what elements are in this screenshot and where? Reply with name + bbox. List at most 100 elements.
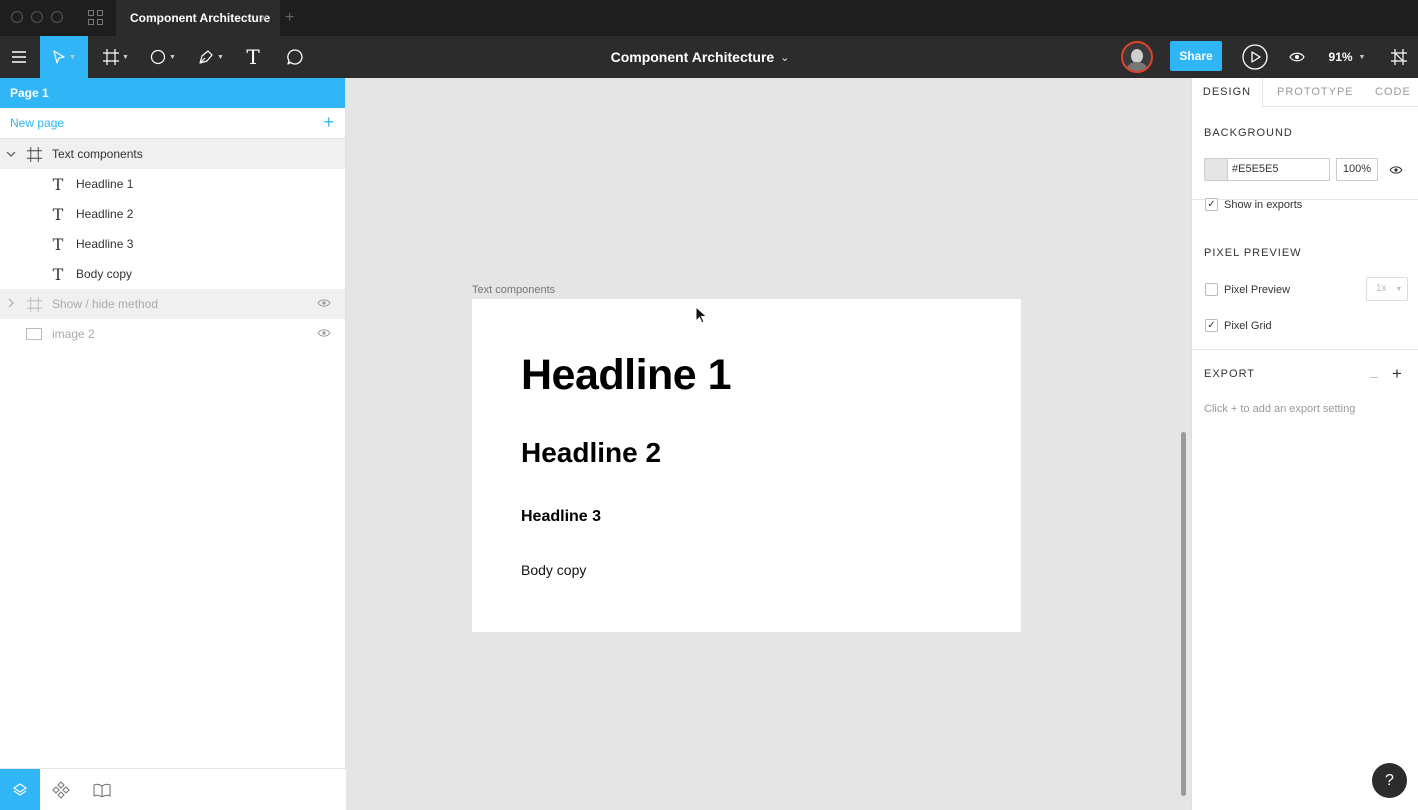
zoom-level: 91% (1328, 50, 1353, 64)
background-title: BACKGROUND (1204, 127, 1293, 139)
new-page-label: New page (10, 116, 65, 130)
layers-icon (13, 783, 27, 796)
pixel-preview-checkbox[interactable] (1205, 283, 1218, 296)
file-tab-close-icon[interactable]: × (260, 0, 268, 36)
layer-label: Headline 2 (76, 207, 134, 221)
show-in-exports-label: Show in exports (1224, 199, 1303, 211)
frame-name-label[interactable]: Text components (472, 284, 555, 296)
file-title-menu[interactable]: Component Architecture ⌄ (560, 36, 840, 78)
layer-row-text[interactable]: T Headline 3 (0, 229, 345, 259)
text-layer-icon: T (52, 234, 64, 254)
layer-label: Headline 1 (76, 177, 134, 191)
frame-icon (26, 146, 42, 162)
new-page-row[interactable]: New page + (0, 108, 345, 139)
layer-row-frame[interactable]: Text components (0, 139, 345, 169)
pixel-preview-title: PIXEL PREVIEW (1204, 247, 1302, 259)
toolbar: ▼ ▼ ▼ ▼ T Component Architecture ⌄ Share… (0, 36, 1418, 78)
add-page-plus-icon[interactable]: + (323, 108, 334, 136)
help-button[interactable]: ? (1372, 763, 1407, 798)
ellipse-tool-button[interactable]: ▼ (142, 36, 184, 78)
background-color-swatch[interactable] (1204, 158, 1228, 181)
headline-1-text[interactable]: Headline 1 (521, 351, 732, 400)
share-button[interactable]: Share (1170, 41, 1222, 71)
comment-bubble-icon (287, 49, 303, 65)
chevron-down-icon: ⌄ (780, 51, 790, 64)
remove-export-minus-icon[interactable]: – (1370, 368, 1378, 384)
export-section: EXPORT – + Click + to add an export sett… (1192, 350, 1418, 430)
pixel-grid-label: Pixel Grid (1224, 320, 1272, 332)
layer-row-text[interactable]: T Headline 2 (0, 199, 345, 229)
chevron-down-icon: ▼ (1395, 286, 1403, 293)
chevron-down-icon: ▼ (1358, 53, 1366, 61)
window-minimize-button[interactable] (31, 11, 43, 23)
user-avatar[interactable] (1121, 41, 1153, 73)
fullscreen-button[interactable] (1384, 36, 1414, 78)
chevron-down-icon: ▼ (169, 53, 176, 61)
components-icon (52, 781, 70, 799)
layers-tab[interactable] (0, 769, 40, 810)
chevron-down-icon: ▼ (69, 53, 76, 61)
chevron-down-icon[interactable] (6, 149, 16, 160)
layer-label: Body copy (76, 267, 133, 281)
eye-icon[interactable] (317, 327, 331, 341)
text-t-icon: T (246, 45, 260, 69)
canvas[interactable]: Text components Headline 1 Headline 2 He… (347, 78, 1191, 810)
page-item[interactable]: Page 1 (0, 78, 345, 108)
main-menu-button[interactable] (0, 36, 38, 78)
view-settings-button[interactable] (1284, 36, 1310, 78)
present-button[interactable] (1240, 36, 1270, 78)
move-tool-button[interactable]: ▼ (40, 36, 88, 78)
file-browser-grid-icon[interactable] (88, 10, 104, 26)
layers-panel: Page 1 New page + Text components T Head… (0, 78, 346, 810)
pixel-grid-checkbox[interactable]: ✓ (1205, 319, 1218, 332)
team-library-tab[interactable] (89, 769, 115, 810)
window-maximize-button[interactable] (51, 11, 63, 23)
layer-label: image 2 (52, 327, 95, 341)
text-layer-icon: T (52, 204, 64, 224)
chevron-right-icon[interactable] (6, 298, 16, 311)
window-close-button[interactable] (11, 11, 23, 23)
text-components-frame[interactable]: Headline 1 Headline 2 Headline 3 Body co… (472, 299, 1021, 632)
properties-panel: DESIGN PROTOTYPE CODE BACKGROUND #E5E5E5… (1191, 78, 1418, 810)
mouse-cursor-icon (695, 306, 708, 324)
layer-label: Show / hide method (52, 297, 159, 311)
headline-3-text[interactable]: Headline 3 (521, 508, 601, 526)
book-icon (93, 783, 111, 797)
layer-row-text[interactable]: T Headline 1 (0, 169, 345, 199)
layer-row-frame-hidden[interactable]: Show / hide method (0, 289, 345, 319)
layer-row-image-hidden[interactable]: image 2 (0, 319, 345, 349)
eye-icon[interactable] (317, 297, 331, 311)
show-in-exports-checkbox[interactable]: ✓ (1205, 198, 1218, 211)
background-opacity-input[interactable]: 100% (1336, 158, 1378, 181)
left-panel-footer (0, 768, 346, 810)
text-tool-button[interactable]: T (238, 36, 268, 78)
file-tab-label: Component Architecture (130, 11, 271, 25)
hamburger-icon (12, 51, 26, 63)
export-hint-text: Click + to add an export setting (1204, 403, 1356, 415)
pen-tool-button[interactable]: ▼ (190, 36, 232, 78)
frame-tool-button[interactable]: ▼ (94, 36, 138, 78)
file-tab[interactable]: Component Architecture × (116, 0, 280, 36)
canvas-vertical-scrollbar[interactable] (1181, 432, 1186, 796)
comment-tool-button[interactable] (280, 36, 310, 78)
image-layer-icon (26, 326, 42, 342)
layer-label: Text components (52, 147, 143, 161)
background-section: BACKGROUND #E5E5E5 100% ✓ Show in export… (1192, 79, 1418, 211)
headline-2-text[interactable]: Headline 2 (521, 437, 661, 469)
chevron-down-icon: ▼ (122, 53, 129, 61)
title-bar: Component Architecture × + (0, 0, 1418, 36)
cursor-arrow-icon (53, 50, 65, 64)
layer-row-text[interactable]: T Body copy (0, 259, 345, 289)
body-copy-text[interactable]: Body copy (521, 562, 586, 578)
new-tab-plus-icon[interactable]: + (285, 0, 294, 35)
pixel-preview-scale-select[interactable]: 1x ▼ (1366, 277, 1408, 301)
components-tab[interactable] (48, 769, 74, 810)
play-circle-icon (1242, 44, 1268, 70)
add-export-plus-icon[interactable]: + (1392, 364, 1402, 384)
background-hex-input[interactable]: #E5E5E5 (1228, 158, 1330, 181)
zoom-menu-button[interactable]: 91% ▼ (1322, 36, 1372, 78)
layer-label: Headline 3 (76, 237, 134, 251)
text-layer-icon: T (52, 264, 64, 284)
fullscreen-frame-icon (1391, 49, 1407, 65)
eye-icon[interactable] (1389, 164, 1403, 178)
